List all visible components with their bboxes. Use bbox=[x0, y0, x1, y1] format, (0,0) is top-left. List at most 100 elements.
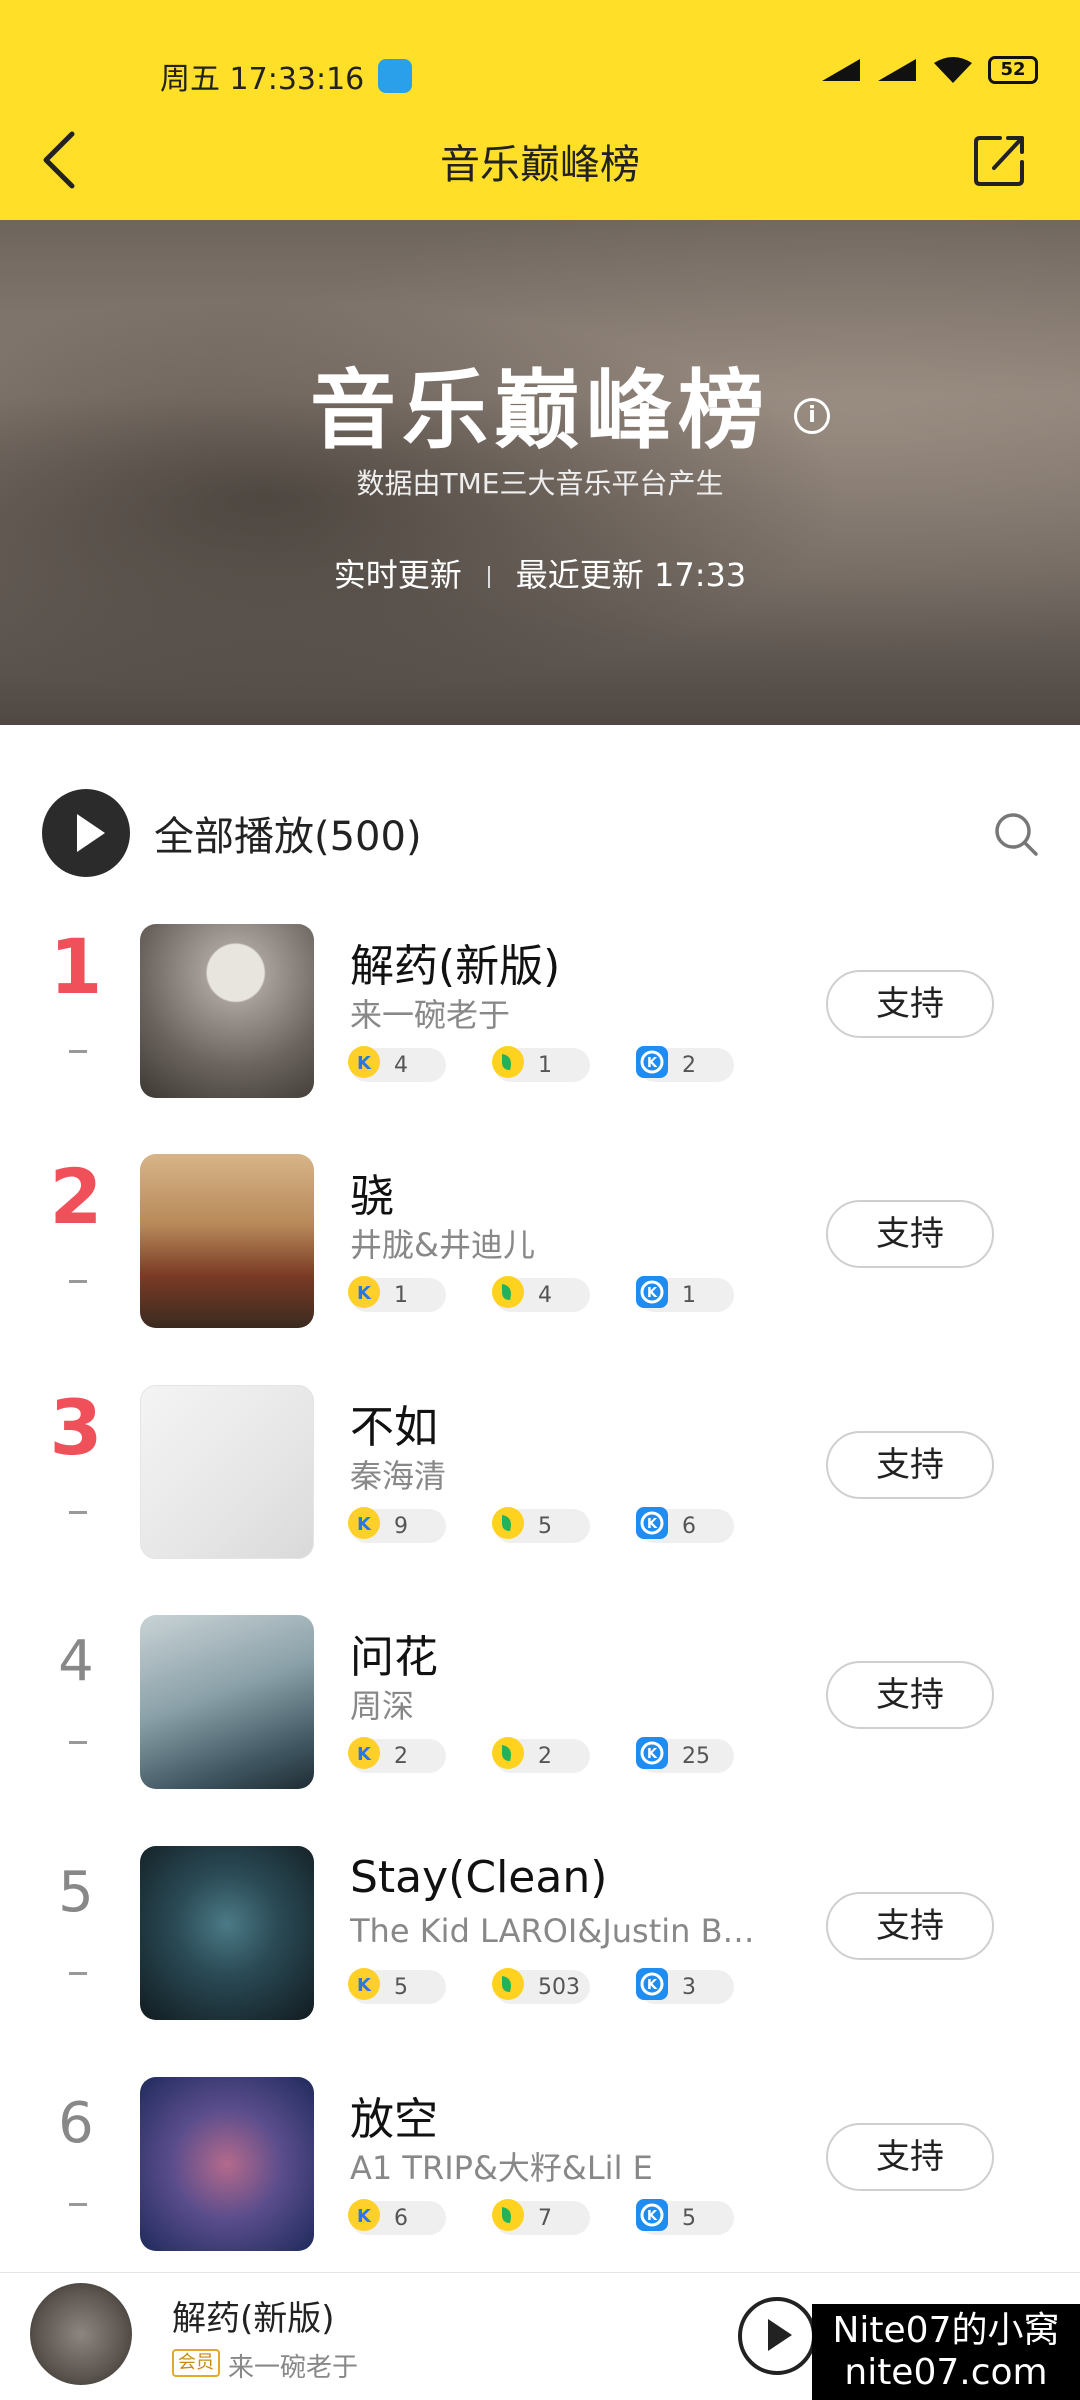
svg-text:K: K bbox=[647, 1747, 658, 1762]
svg-text:K: K bbox=[357, 1975, 372, 1996]
update-info: 实时更新 最近更新 17:33 bbox=[0, 550, 1080, 596]
rank-number: 1 bbox=[49, 922, 103, 1011]
kuwo-rank-badge: K2 bbox=[636, 1046, 734, 1082]
qqmusic-icon bbox=[492, 1507, 524, 1539]
qqmusic-icon bbox=[492, 1737, 524, 1769]
kuwo-rank: 5 bbox=[682, 2206, 696, 2231]
qqmusic-rank-badge: 2 bbox=[492, 1737, 590, 1773]
song-row[interactable]: 3 不如 秦海清 K9 5 K6 支持 bbox=[0, 1381, 1080, 1559]
kuwo-icon: K bbox=[636, 1507, 668, 1539]
battery-indicator: 52 bbox=[988, 56, 1038, 84]
mini-player[interactable]: 解药(新版) 会员 来一碗老于 Nite07的小窝 nite07.com bbox=[0, 2272, 1080, 2400]
kugou-rank-badge: K6 bbox=[348, 2199, 446, 2235]
rank-number: 2 bbox=[49, 1152, 103, 1241]
svg-text:K: K bbox=[647, 1978, 658, 1993]
album-cover[interactable] bbox=[140, 924, 314, 1098]
song-row[interactable]: 1 解药(新版) 来一碗老于 K4 1 K2 支持 bbox=[0, 920, 1080, 1098]
app-header: 周五 17:33:16 52 音乐巅峰榜 bbox=[0, 0, 1080, 220]
qqmusic-icon bbox=[492, 1046, 524, 1078]
song-row[interactable]: 2 骁 井胧&井迪儿 K1 4 K1 支持 bbox=[0, 1150, 1080, 1328]
signal-icon bbox=[822, 59, 860, 81]
watermark-line2: nite07.com bbox=[844, 2352, 1048, 2393]
now-playing-title: 解药(新版) bbox=[172, 2299, 335, 2339]
album-cover[interactable] bbox=[140, 1615, 314, 1789]
share-icon[interactable] bbox=[972, 132, 1028, 188]
kugou-rank-badge: K5 bbox=[348, 1968, 446, 2004]
song-title: 不如 bbox=[350, 1402, 438, 1453]
support-button[interactable]: 支持 bbox=[826, 970, 994, 1038]
support-button[interactable]: 支持 bbox=[826, 2123, 994, 2191]
svg-text:K: K bbox=[357, 1744, 372, 1765]
play-all-label[interactable]: 全部播放(500) bbox=[154, 804, 422, 862]
kugou-icon: K bbox=[348, 1507, 380, 1539]
info-icon[interactable]: i bbox=[794, 398, 830, 434]
qqmusic-rank-badge: 5 bbox=[492, 1507, 590, 1543]
now-playing-cover[interactable] bbox=[30, 2283, 132, 2385]
kuwo-rank-badge: K 25 bbox=[636, 1737, 734, 1773]
qqmusic-icon bbox=[492, 1968, 524, 2000]
kugou-rank-badge: K4 bbox=[348, 1046, 446, 1082]
song-row[interactable]: 5 Stay(Clean) The Kid LAROI&Justin B… K5… bbox=[0, 1842, 1080, 2020]
rank-number: 4 bbox=[58, 1629, 94, 1694]
kugou-rank: 9 bbox=[394, 1514, 408, 1539]
qqmusic-rank: 2 bbox=[538, 1744, 552, 1769]
qqmusic-rank: 5 bbox=[538, 1514, 552, 1539]
song-row[interactable]: 4 问花 周深 K2 2 K 25 支持 bbox=[0, 1611, 1080, 1789]
svg-text:K: K bbox=[357, 1514, 372, 1535]
support-button[interactable]: 支持 bbox=[826, 1200, 994, 1268]
qqmusic-rank: 503 bbox=[538, 1975, 580, 2000]
qqmusic-rank: 1 bbox=[538, 1053, 552, 1078]
last-update-label: 最近更新 17:33 bbox=[515, 556, 747, 594]
rank-change-indicator bbox=[69, 1511, 87, 1514]
song-row[interactable]: 6 放空 A1 TRIP&大籽&Lil E K6 7 K5 支持 bbox=[0, 2073, 1080, 2251]
kuwo-icon: K bbox=[636, 1046, 668, 1078]
kuwo-icon: K bbox=[636, 1968, 668, 2000]
notification-app-icon bbox=[378, 59, 413, 93]
kuwo-rank: 1 bbox=[682, 1283, 696, 1308]
qqmusic-rank-badge: 503 bbox=[492, 1968, 590, 2004]
rank-number: 5 bbox=[58, 1860, 94, 1925]
support-button[interactable]: 支持 bbox=[826, 1661, 994, 1729]
qqmusic-rank: 4 bbox=[538, 1283, 552, 1308]
kugou-rank-badge: K1 bbox=[348, 1276, 446, 1312]
kuwo-icon: K bbox=[636, 1276, 668, 1308]
play-button[interactable] bbox=[738, 2297, 816, 2375]
rank-change-indicator bbox=[69, 2203, 87, 2206]
qqmusic-rank-badge: 1 bbox=[492, 1046, 590, 1082]
rank-change-indicator bbox=[69, 1050, 87, 1053]
song-artist: 周深 bbox=[350, 1687, 415, 1725]
album-cover[interactable] bbox=[140, 1846, 314, 2020]
rank-change-indicator bbox=[69, 1741, 87, 1744]
song-artist: A1 TRIP&大籽&Lil E bbox=[350, 2149, 653, 2187]
rank-number: 6 bbox=[58, 2091, 94, 2156]
album-cover[interactable] bbox=[140, 1385, 314, 1559]
svg-text:K: K bbox=[647, 2209, 658, 2224]
kugou-icon: K bbox=[348, 1968, 380, 2000]
play-all-icon[interactable] bbox=[42, 789, 130, 877]
watermark-line1: Nite07的小窝 bbox=[832, 2310, 1060, 2351]
status-bar-right: 52 bbox=[820, 56, 1038, 84]
album-cover[interactable] bbox=[140, 2077, 314, 2251]
kugou-rank: 6 bbox=[394, 2206, 408, 2231]
song-title: 放空 bbox=[350, 2094, 438, 2145]
album-cover[interactable] bbox=[140, 1154, 314, 1328]
svg-text:K: K bbox=[357, 1053, 372, 1074]
support-button[interactable]: 支持 bbox=[826, 1892, 994, 1960]
page-title: 音乐巅峰榜 bbox=[440, 142, 640, 188]
song-artist: 来一碗老于 bbox=[350, 996, 511, 1034]
now-playing-artist: 来一碗老于 bbox=[228, 2353, 359, 2383]
song-title: 解药(新版) bbox=[350, 941, 561, 992]
kuwo-rank: 2 bbox=[682, 1053, 696, 1078]
song-title: 问花 bbox=[350, 1632, 438, 1683]
kugou-icon: K bbox=[348, 2199, 380, 2231]
support-button[interactable]: 支持 bbox=[826, 1431, 994, 1499]
kugou-icon: K bbox=[348, 1737, 380, 1769]
svg-text:K: K bbox=[647, 1286, 658, 1301]
play-all-row[interactable]: 全部播放(500) bbox=[42, 789, 1040, 877]
kuwo-rank-badge: K6 bbox=[636, 1507, 734, 1543]
chart-hero-banner: 音乐巅峰榜 i 数据由TME三大音乐平台产生 实时更新 最近更新 17:33 bbox=[0, 220, 1080, 725]
hero-title: 音乐巅峰榜 bbox=[310, 361, 770, 461]
watermark: Nite07的小窝 nite07.com bbox=[812, 2304, 1080, 2400]
search-icon[interactable] bbox=[992, 810, 1040, 858]
kugou-rank-badge: K9 bbox=[348, 1507, 446, 1543]
